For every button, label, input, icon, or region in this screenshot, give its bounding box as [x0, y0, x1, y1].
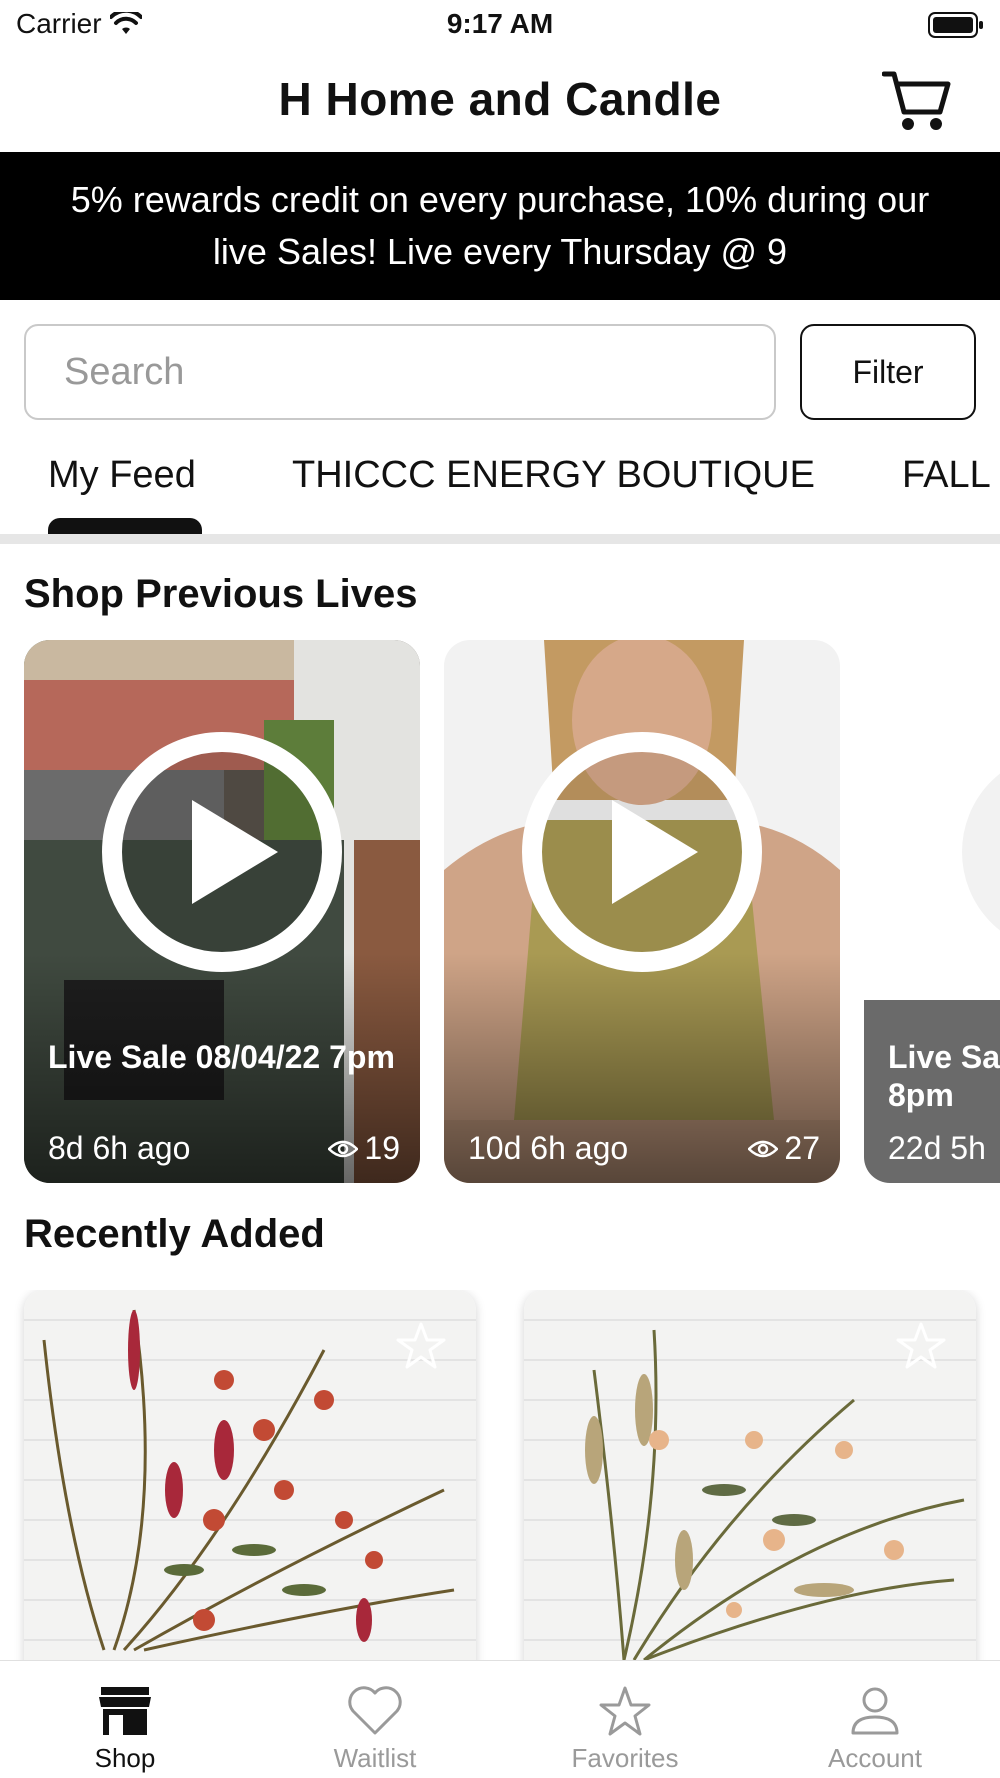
battery-icon [928, 12, 983, 38]
promo-banner: 5% rewards credit on every purchase, 10%… [0, 152, 1000, 300]
live-views: 27 [748, 1130, 820, 1167]
eye-icon [748, 1140, 779, 1157]
tabs-divider [0, 534, 1000, 544]
active-tab-indicator [48, 518, 202, 534]
heart-icon [348, 1686, 402, 1735]
tab-account-label: Account [828, 1743, 922, 1773]
live-views: 19 [328, 1130, 400, 1167]
tab-shop-label: Shop [94, 1743, 156, 1773]
live-card[interactable]: Live Sale 08/04/22 7pm 8d 6h ago 19 [24, 640, 420, 1183]
live-ago: 22d 5h [888, 1130, 986, 1166]
search-placeholder: Search [64, 350, 185, 393]
tab-account[interactable]: Account [750, 1661, 1000, 1778]
tab-favorites-label: Favorites [571, 1743, 679, 1773]
live-views-count: 19 [364, 1130, 400, 1166]
live-title: Live Sale 08/04/22 7pm [48, 1039, 395, 1075]
tab-favorites[interactable]: Favorites [500, 1661, 750, 1778]
star-icon[interactable] [396, 1322, 446, 1370]
recently-added-grid [0, 1290, 1000, 1660]
category-tabs: My Feed THICCC ENERGY BOUTIQUE FALL [0, 440, 1000, 540]
recently-added-title: Recently Added [24, 1212, 325, 1256]
product-card[interactable] [24, 1290, 476, 1660]
tab-waitlist-label: Waitlist [333, 1743, 417, 1773]
live-views-count: 27 [784, 1130, 820, 1166]
tab-fall[interactable]: FALL [902, 454, 991, 497]
product-card[interactable] [524, 1290, 976, 1660]
promo-text: 5% rewards credit on every purchase, 10%… [70, 179, 930, 272]
bottom-tab-bar: Shop Waitlist Favorites Account [0, 1660, 1000, 1778]
tab-shop[interactable]: Shop [0, 1661, 250, 1778]
play-icon[interactable] [520, 730, 764, 974]
eye-icon [328, 1140, 359, 1157]
star-icon[interactable] [896, 1322, 946, 1370]
status-time: 9:17 AM [446, 8, 554, 39]
live-title: Live Sa 8pm [888, 1039, 1000, 1113]
filter-label: Filter [852, 353, 924, 390]
storefront-icon [99, 1687, 151, 1735]
live-card[interactable]: Live Sa 8pm 22d 5h [864, 640, 1000, 1183]
search-input[interactable]: Search [24, 324, 776, 420]
store-title: H Home and Candle [278, 73, 722, 125]
star-icon [599, 1686, 651, 1736]
play-icon[interactable] [940, 730, 1000, 974]
tab-thiccc-energy-boutique[interactable]: THICCC ENERGY BOUTIQUE [292, 454, 815, 497]
play-icon[interactable] [100, 730, 344, 974]
cart-icon[interactable] [882, 68, 952, 134]
previous-lives-carousel[interactable]: Live Sale 08/04/22 7pm 8d 6h ago 19 10d … [0, 640, 1000, 1185]
previous-lives-title: Shop Previous Lives [24, 572, 418, 616]
tab-waitlist[interactable]: Waitlist [250, 1661, 500, 1778]
navigation-bar: H Home and Candle [0, 50, 1000, 152]
tab-my-feed[interactable]: My Feed [48, 454, 196, 497]
filter-button[interactable]: Filter [800, 324, 976, 420]
person-icon [851, 1687, 899, 1735]
live-ago: 10d 6h ago [468, 1130, 629, 1166]
status-bar: Carrier 9:17 AM [0, 0, 1000, 50]
live-ago: 8d 6h ago [48, 1130, 191, 1166]
live-card[interactable]: 10d 6h ago 27 [444, 640, 840, 1183]
